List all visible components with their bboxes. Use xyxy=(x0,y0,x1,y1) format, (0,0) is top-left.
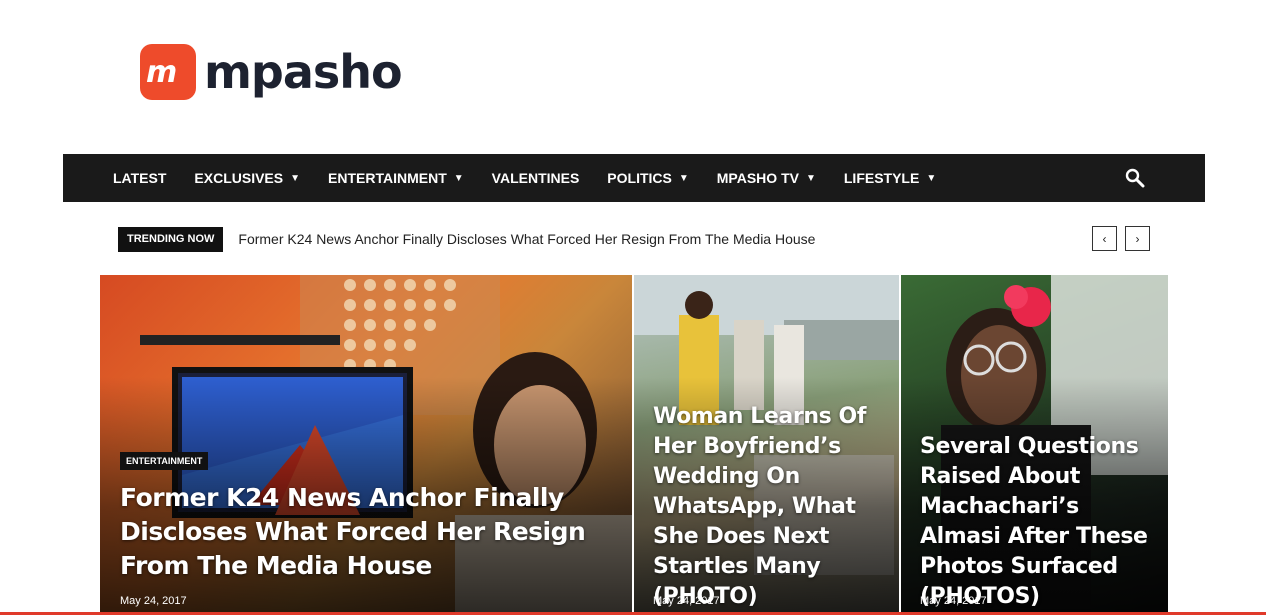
featured-date-2: May 24, 2017 xyxy=(653,595,720,607)
nav-lifestyle[interactable]: LIFESTYLE ▼ xyxy=(830,154,950,202)
main-navbar: LATEST EXCLUSIVES ▼ ENTERTAINMENT ▼ VALENT… xyxy=(63,154,1205,202)
featured-card-3[interactable]: Several Questions Raised About Machachar… xyxy=(901,275,1168,615)
featured-title-2[interactable]: Woman Learns Of Her Boyfriend’s Wedding … xyxy=(653,402,893,612)
featured-date-main: May 24, 2017 xyxy=(120,595,187,607)
featured-title-3[interactable]: Several Questions Raised About Machachar… xyxy=(920,432,1165,612)
chevron-down-icon: ▼ xyxy=(805,172,816,184)
chevron-down-icon: ▼ xyxy=(453,172,464,184)
chevron-down-icon: ▼ xyxy=(926,172,937,184)
nav-exclusives[interactable]: EXCLUSIVES ▼ xyxy=(180,154,314,202)
nav-valentines[interactable]: VALENTINES xyxy=(478,154,594,202)
trending-headline-link[interactable]: Former K24 News Anchor Finally Discloses… xyxy=(238,231,815,247)
trending-prev-button[interactable]: ‹ xyxy=(1092,226,1117,251)
chevron-down-icon: ▼ xyxy=(678,172,689,184)
search-icon[interactable] xyxy=(1125,168,1145,188)
nav-mpasho-tv[interactable]: MPASHO TV ▼ xyxy=(703,154,830,202)
nav-politics[interactable]: POLITICS ▼ xyxy=(593,154,702,202)
nav-entertainment[interactable]: ENTERTAINMENT ▼ xyxy=(314,154,478,202)
trending-label: TRENDING NOW xyxy=(118,226,224,252)
category-badge[interactable]: ENTERTAINMENT xyxy=(120,452,209,470)
trending-next-button[interactable]: › xyxy=(1125,226,1150,251)
logo-mark-icon: m xyxy=(140,44,196,100)
featured-title-main[interactable]: Former K24 News Anchor Finally Discloses… xyxy=(120,481,620,583)
chevron-down-icon: ▼ xyxy=(290,172,301,184)
trending-bar: TRENDING NOW Former K24 News Anchor Fina… xyxy=(118,226,1150,252)
featured-card-2[interactable]: Woman Learns Of Her Boyfriend’s Wedding … xyxy=(634,275,899,615)
featured-date-3: May 24, 2017 xyxy=(920,595,987,607)
logo-wordmark: mpasho xyxy=(204,45,403,99)
nav-latest[interactable]: LATEST xyxy=(99,154,180,202)
site-logo[interactable]: m mpasho xyxy=(140,44,403,100)
featured-card-main[interactable]: ENTERTAINMENT Former K24 News Anchor Fin… xyxy=(100,275,632,615)
